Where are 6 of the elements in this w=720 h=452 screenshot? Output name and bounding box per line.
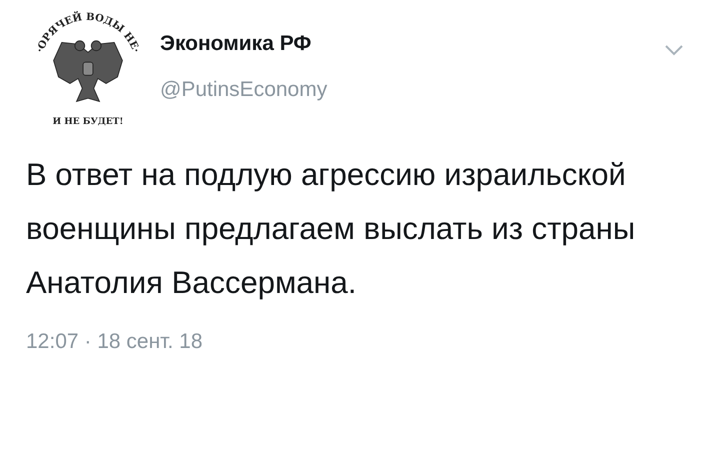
tweet-timestamp: 12:07 · 18 сент. 18 [26, 329, 204, 355]
tweet-text: В ответ на подлую агрессию израильской военщины предлагаем выслать из страны Анатолия Вассермана. [26, 156, 636, 302]
chevron-down-icon[interactable] [664, 44, 684, 56]
author-handle: @PutinsEconomy [160, 77, 328, 103]
author-name: Экономика РФ [160, 31, 312, 57]
emblem-bottom-text: И НЕ БУДЕТ! [52, 117, 124, 127]
